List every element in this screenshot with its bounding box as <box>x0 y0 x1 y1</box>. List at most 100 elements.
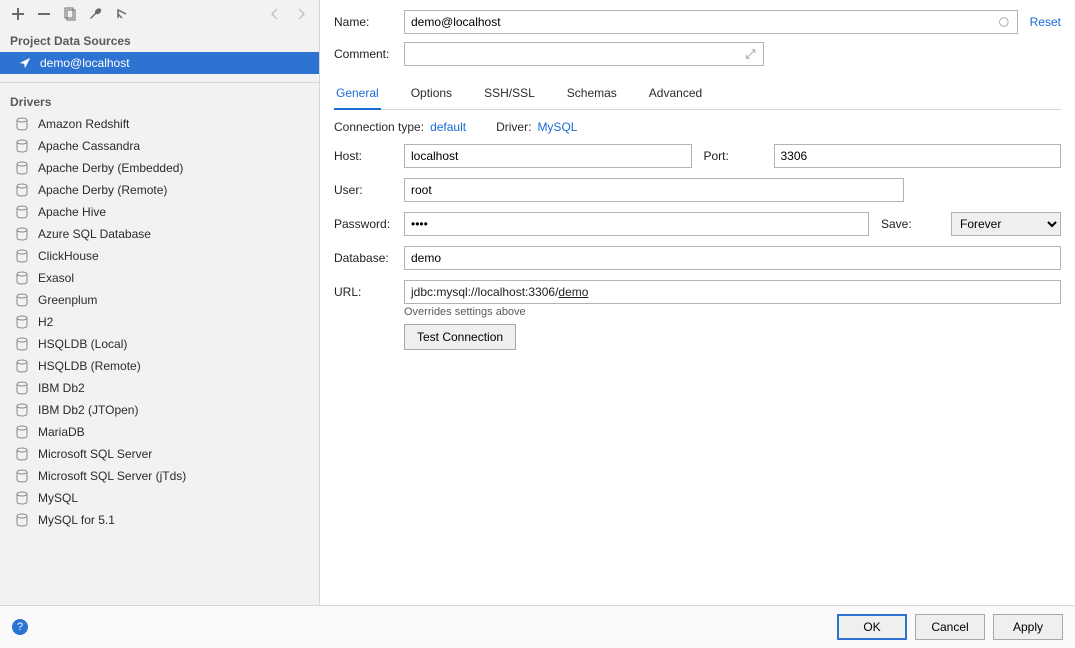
driver-item[interactable]: Apache Hive <box>0 201 319 223</box>
driver-label: Apache Derby (Remote) <box>38 183 167 197</box>
refresh-icon[interactable] <box>114 6 130 22</box>
back-icon[interactable] <box>267 6 283 22</box>
driver-item[interactable]: Apache Derby (Embedded) <box>0 157 319 179</box>
password-field[interactable] <box>411 217 862 231</box>
cancel-button[interactable]: Cancel <box>915 614 985 640</box>
conn-type-value[interactable]: default <box>430 120 466 134</box>
driver-icon <box>14 270 30 286</box>
driver-label: Amazon Redshift <box>38 117 129 131</box>
driver-label: Apache Hive <box>38 205 106 219</box>
url-input[interactable]: jdbc:mysql://localhost:3306/demo <box>404 280 1061 304</box>
user-input[interactable] <box>404 178 904 202</box>
drivers-heading: Drivers <box>0 89 319 113</box>
driver-item[interactable]: Microsoft SQL Server (jTds) <box>0 465 319 487</box>
divider <box>0 82 319 83</box>
tab-options[interactable]: Options <box>409 80 454 109</box>
driver-item[interactable]: MySQL for 5.1 <box>0 509 319 531</box>
driver-item[interactable]: MariaDB <box>0 421 319 443</box>
driver-item[interactable]: Apache Cassandra <box>0 135 319 157</box>
data-sources-heading: Project Data Sources <box>0 28 319 52</box>
driver-item[interactable]: HSQLDB (Remote) <box>0 355 319 377</box>
driver-value[interactable]: MySQL <box>537 120 577 134</box>
driver-item[interactable]: MySQL <box>0 487 319 509</box>
driver-label: Azure SQL Database <box>38 227 151 241</box>
sidebar: Project Data Sources demo@localhost Driv… <box>0 0 320 605</box>
driver-icon <box>14 204 30 220</box>
tab-ssh-ssl[interactable]: SSH/SSL <box>482 80 537 109</box>
driver-icon <box>14 424 30 440</box>
driver-icon <box>14 116 30 132</box>
driver-item[interactable]: Microsoft SQL Server <box>0 443 319 465</box>
driver-label: MySQL for 5.1 <box>38 513 115 527</box>
user-field[interactable] <box>411 183 897 197</box>
driver-item[interactable]: Apache Derby (Remote) <box>0 179 319 201</box>
add-icon[interactable] <box>10 6 26 22</box>
password-label: Password: <box>334 217 404 231</box>
driver-item[interactable]: Amazon Redshift <box>0 113 319 135</box>
driver-icon <box>14 358 30 374</box>
test-connection-button[interactable]: Test Connection <box>404 324 516 350</box>
host-input[interactable] <box>404 144 692 168</box>
driver-label: IBM Db2 (JTOpen) <box>38 403 138 417</box>
driver-label: H2 <box>38 315 53 329</box>
host-field[interactable] <box>411 149 685 163</box>
port-input[interactable] <box>774 144 1062 168</box>
footer: ? OK Cancel Apply <box>0 605 1075 648</box>
driver-icon <box>14 226 30 242</box>
save-select[interactable]: Forever <box>951 212 1061 236</box>
comment-label: Comment: <box>334 47 404 61</box>
drivers-list: Amazon Redshift Apache Cassandra Apache De… <box>0 113 319 605</box>
connection-meta: Connection type: default Driver: MySQL <box>334 120 1061 134</box>
name-input[interactable] <box>404 10 1018 34</box>
driver-icon <box>14 248 30 264</box>
driver-item[interactable]: IBM Db2 (JTOpen) <box>0 399 319 421</box>
driver-item[interactable]: IBM Db2 <box>0 377 319 399</box>
name-label: Name: <box>334 15 404 29</box>
driver-item[interactable]: Exasol <box>0 267 319 289</box>
comment-input[interactable] <box>404 42 764 66</box>
driver-icon <box>14 490 30 506</box>
driver-label: Apache Derby (Embedded) <box>38 161 183 175</box>
comment-field[interactable] <box>411 47 744 61</box>
driver-icon <box>14 336 30 352</box>
host-label: Host: <box>334 149 404 163</box>
url-label: URL: <box>334 285 404 299</box>
driver-icon <box>14 512 30 528</box>
driver-item[interactable]: HSQLDB (Local) <box>0 333 319 355</box>
help-icon[interactable]: ? <box>12 619 28 635</box>
remove-icon[interactable] <box>36 6 52 22</box>
password-input[interactable] <box>404 212 869 236</box>
port-field[interactable] <box>781 149 1055 163</box>
driver-icon <box>14 468 30 484</box>
driver-label: Exasol <box>38 271 74 285</box>
user-label: User: <box>334 183 404 197</box>
sidebar-toolbar <box>0 0 319 28</box>
driver-label: HSQLDB (Local) <box>38 337 127 351</box>
driver-icon <box>14 292 30 308</box>
driver-icon <box>14 380 30 396</box>
wrench-icon[interactable] <box>88 6 104 22</box>
name-field[interactable] <box>411 15 997 29</box>
tab-advanced[interactable]: Advanced <box>647 80 704 109</box>
url-note: Overrides settings above <box>404 306 1061 318</box>
driver-icon <box>14 160 30 176</box>
forward-icon[interactable] <box>293 6 309 22</box>
database-field[interactable] <box>411 251 1054 265</box>
ok-button[interactable]: OK <box>837 614 907 640</box>
url-db: demo <box>558 285 588 299</box>
driver-item[interactable]: H2 <box>0 311 319 333</box>
data-source-item[interactable]: demo@localhost <box>0 52 319 74</box>
driver-label: Greenplum <box>38 293 97 307</box>
expand-icon[interactable] <box>744 47 757 61</box>
reset-link[interactable]: Reset <box>1030 15 1061 29</box>
driver-item[interactable]: Greenplum <box>0 289 319 311</box>
driver-item[interactable]: Azure SQL Database <box>0 223 319 245</box>
driver-label: Microsoft SQL Server <box>38 447 152 461</box>
copy-icon[interactable] <box>62 6 78 22</box>
database-input[interactable] <box>404 246 1061 270</box>
tab-schemas[interactable]: Schemas <box>565 80 619 109</box>
apply-button[interactable]: Apply <box>993 614 1063 640</box>
driver-icon <box>14 182 30 198</box>
driver-item[interactable]: ClickHouse <box>0 245 319 267</box>
tab-general[interactable]: General <box>334 80 381 110</box>
